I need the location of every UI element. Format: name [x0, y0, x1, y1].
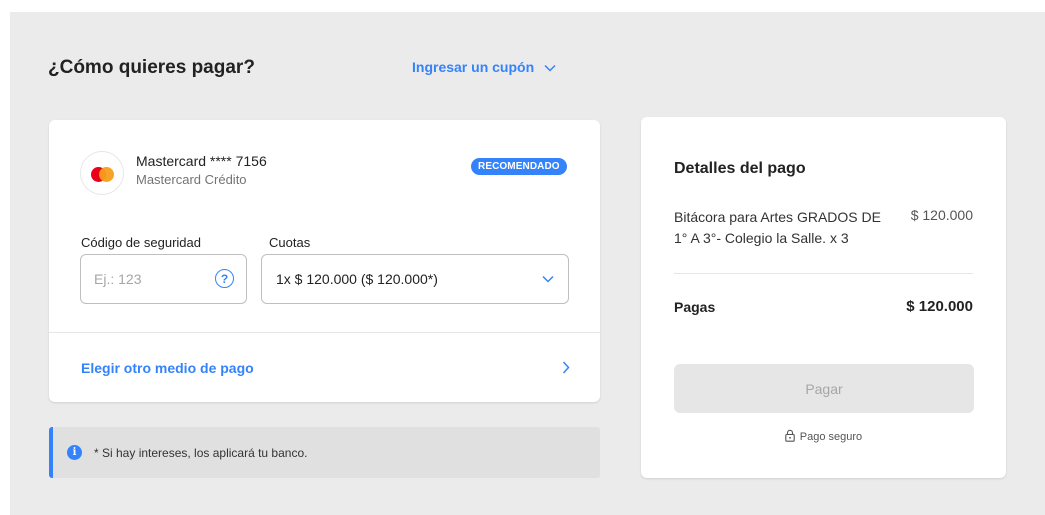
installments-label: Cuotas — [269, 235, 311, 250]
other-payment-method-label: Elegir otro medio de pago — [81, 359, 254, 376]
lock-icon — [785, 429, 795, 445]
recommended-badge: RECOMENDADO — [471, 158, 567, 175]
payment-summary: Detalles del pago Bitácora para Artes GR… — [641, 117, 1006, 478]
chevron-down-icon — [544, 59, 556, 75]
summary-title: Detalles del pago — [674, 160, 806, 177]
mastercard-logo-icon — [80, 151, 124, 195]
product-price: $ 120.000 — [910, 207, 973, 223]
secure-payment-label: Pago seguro — [799, 431, 863, 443]
chevron-down-icon — [542, 275, 554, 283]
chevron-right-icon — [562, 361, 570, 374]
info-icon: i — [67, 445, 82, 460]
other-payment-method-link[interactable]: Elegir otro medio de pago — [49, 333, 600, 402]
help-symbol: ? — [220, 271, 229, 286]
payment-method-card: Mastercard **** 7156 Mastercard Crédito … — [49, 120, 600, 402]
interest-notice: i * Si hay intereses, los aplicará tu ba… — [49, 427, 600, 478]
product-name: Bitácora para Artes GRADOS DE 1° A 3°- C… — [674, 209, 881, 246]
security-code-label: Código de seguridad — [81, 235, 201, 250]
coupon-toggle[interactable]: Ingresar un cupón — [412, 59, 556, 75]
page-title: ¿Cómo quieres pagar? — [48, 57, 255, 78]
question-circle-icon[interactable]: ? — [215, 269, 234, 288]
installments-value: 1x $ 120.000 ($ 120.000*) — [276, 271, 438, 287]
card-brand-number: Mastercard **** 7156 — [136, 153, 267, 169]
pay-button[interactable]: Pagar — [674, 364, 974, 413]
total-value: $ 120.000 — [906, 298, 973, 315]
total-label: Pagas — [674, 299, 716, 315]
coupon-label: Ingresar un cupón — [412, 59, 535, 75]
installments-select[interactable]: 1x $ 120.000 ($ 120.000*) — [261, 254, 569, 304]
interest-notice-text: * Si hay intereses, los aplicará tu banc… — [94, 445, 308, 460]
summary-divider — [674, 273, 973, 274]
card-type: Mastercard Crédito — [136, 172, 247, 187]
secure-payment: Pago seguro — [641, 429, 1006, 445]
